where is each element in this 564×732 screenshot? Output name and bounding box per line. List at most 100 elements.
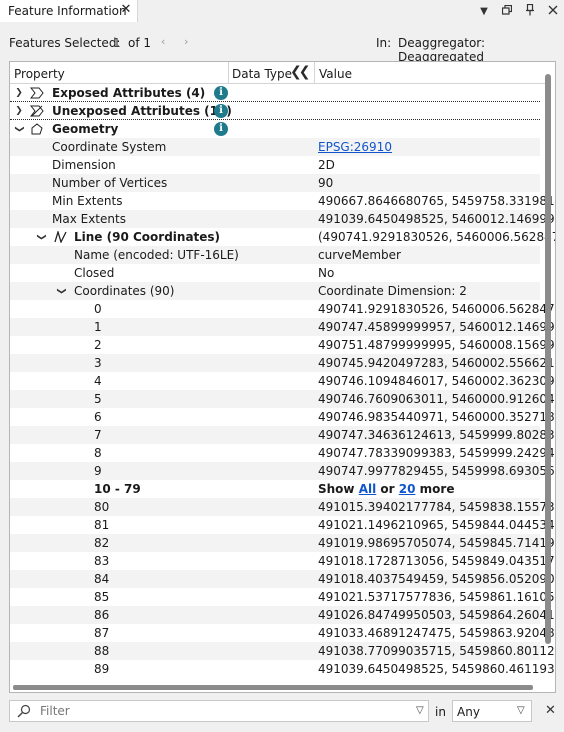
coordinate-value: 491038.77099035715, 5459860.801123884 xyxy=(318,644,555,658)
chevron-down-icon[interactable]: ▽ xyxy=(517,705,525,716)
tree-row-line[interactable]: ❯ Line (90 Coordinates) (490741.92918305… xyxy=(10,228,555,246)
property-value: 490667.8646680765, 5459758.331981182 xyxy=(318,194,556,208)
coordinate-row[interactable]: 84 491018.4037549459, 5459856.052090536 xyxy=(10,570,555,588)
filter-scope-value: Any xyxy=(457,705,480,719)
search-icon xyxy=(17,704,31,718)
property-label: Closed xyxy=(74,266,115,280)
tree-row-min-extents[interactable]: Min Extents 490667.8646680765, 5459758.3… xyxy=(10,192,555,210)
coordinate-value: 490746.1094846017, 5460002.362309514 xyxy=(318,374,556,388)
chevron-down-icon[interactable]: ❯ xyxy=(10,124,28,134)
coordinate-row[interactable]: 88 491038.77099035715, 5459860.801123884 xyxy=(10,642,555,660)
coordinate-row[interactable]: 0 490741.9291830526, 5460006.562847861 xyxy=(10,300,555,318)
chevron-down-icon[interactable]: ❯ xyxy=(52,286,70,296)
more-text: more xyxy=(419,482,455,496)
tab-title: Feature Information xyxy=(8,4,127,18)
coordinate-row[interactable]: 7 490747.34636124613, 5459999.802830488 xyxy=(10,426,555,444)
property-value: (490741.9291830526, 5460006.562847861), xyxy=(318,230,556,244)
coordinate-row[interactable]: 87 491033.46891247475, 5459863.920488946 xyxy=(10,624,555,642)
horizontal-scrollbar[interactable] xyxy=(13,685,533,690)
coordinate-row[interactable]: 5 490746.7609063011, 5460000.912604597 xyxy=(10,390,555,408)
group-label: Geometry xyxy=(52,122,119,136)
tree-row-coordinates[interactable]: ❯ Coordinates (90) Coordinate Dimension:… xyxy=(10,282,540,300)
coordinate-value: 490747.45899999957, 5460012.146999082 xyxy=(318,320,555,334)
column-value[interactable]: Value xyxy=(319,67,352,81)
tab-close-icon[interactable]: ✕ xyxy=(119,2,133,17)
feature-current-index[interactable]: 1 xyxy=(113,36,121,50)
tree-row-name[interactable]: Name (encoded: UTF-16LE) curveMember xyxy=(10,246,540,264)
line-label: Line (90 Coordinates) xyxy=(74,230,221,244)
property-label: Number of Vertices xyxy=(52,176,168,190)
source-transformer: Deaggregator: Deaggregated xyxy=(398,36,486,64)
coordinate-index: 6 xyxy=(94,410,102,424)
attributes-icon xyxy=(30,87,44,99)
horizontal-scrollbar-track xyxy=(10,682,555,692)
coordinate-index: 85 xyxy=(94,590,110,604)
coordinate-value: 490741.9291830526, 5460006.562847861 xyxy=(318,302,556,316)
tree-row-vertices[interactable]: Number of Vertices 90 xyxy=(10,174,540,192)
tab-feature-information[interactable]: Feature Information ✕ xyxy=(0,0,138,22)
coordinate-value: 491015.39402177784, 5459838.155733287 xyxy=(318,500,555,514)
filter-input[interactable] xyxy=(40,704,410,718)
previous-feature-icon[interactable]: ‹ xyxy=(161,35,165,48)
pin-icon[interactable] xyxy=(525,3,535,19)
coordinate-value: 490747.78339099383, 5459999.242944452 xyxy=(318,446,555,460)
restore-icon[interactable] xyxy=(501,4,513,18)
coordinate-row[interactable]: 8 490747.78339099383, 5459999.242944452 xyxy=(10,444,555,462)
features-selected-label: Features Selected: xyxy=(9,36,121,50)
tree-row-exposed-attributes[interactable]: ❯ Exposed Attributes (4) i xyxy=(10,84,540,102)
collapse-column-icon[interactable]: ❮❮ xyxy=(290,64,311,80)
filter-history-dropdown-icon[interactable]: ▽ xyxy=(416,705,424,716)
coordinate-row[interactable]: 2 490751.48799999995, 5460008.1569990795 xyxy=(10,336,555,354)
filter-in-label: in xyxy=(435,705,446,719)
coordinate-row[interactable]: 80 491015.39402177784, 5459838.155733287 xyxy=(10,498,555,516)
filter-bar: ▽ in Any ▽ ✕ xyxy=(9,700,564,724)
filter-scope-select[interactable]: Any ▽ xyxy=(452,700,532,722)
chevron-right-icon[interactable]: ❯ xyxy=(14,84,24,102)
info-icon[interactable]: i xyxy=(214,104,228,118)
coordinate-row[interactable]: 86 491026.84749950503, 5459864.260419754 xyxy=(10,606,555,624)
tree-row-range[interactable]: 10 - 79 Show All or 20 more xyxy=(10,480,540,498)
column-property[interactable]: Property xyxy=(14,67,65,81)
column-data-type[interactable]: Data Type xyxy=(232,67,292,81)
coordinate-index: 8 xyxy=(94,446,102,460)
source-in-label: In: xyxy=(376,36,392,50)
coordinate-row[interactable]: 83 491018.1728713056, 5459849.043517111 xyxy=(10,552,555,570)
tree-row-coordinate-system[interactable]: Coordinate System EPSG:26910 xyxy=(10,138,540,156)
coordinate-system-link[interactable]: EPSG:26910 xyxy=(318,138,392,156)
coordinate-row[interactable]: 3 490745.9420497283, 5460002.5566213075 xyxy=(10,354,555,372)
tree-row-closed[interactable]: Closed No xyxy=(10,264,540,282)
coordinate-value: 490747.34636124613, 5459999.802830488 xyxy=(318,428,555,442)
info-icon[interactable]: i xyxy=(214,122,228,136)
coordinate-index: 3 xyxy=(94,356,102,370)
coordinate-row[interactable]: 1 490747.45899999957, 5460012.146999082 xyxy=(10,318,555,336)
vertical-scrollbar[interactable] xyxy=(545,74,551,644)
or-text: or xyxy=(380,482,395,496)
coordinate-row[interactable]: 85 491021.53717577836, 5459861.161050622 xyxy=(10,588,555,606)
close-icon[interactable] xyxy=(548,5,558,18)
line-geometry-icon xyxy=(54,231,67,243)
coordinate-row[interactable]: 81 491021.1496210965, 5459844.044534639 xyxy=(10,516,555,534)
next-feature-icon[interactable]: › xyxy=(184,35,188,48)
coordinate-row[interactable]: 9 490747.9977829455, 5459998.69305638 xyxy=(10,462,555,480)
tree-row-geometry[interactable]: ❯ Geometry i xyxy=(10,120,540,138)
coordinate-row[interactable]: 82 491019.98695705074, 5459845.714194785 xyxy=(10,534,555,552)
tree-row-dimension[interactable]: Dimension 2D xyxy=(10,156,540,174)
column-divider[interactable] xyxy=(228,62,229,84)
tree-row-max-extents[interactable]: Max Extents 491039.6450498525, 5460012.1… xyxy=(10,210,555,228)
chevron-down-icon[interactable]: ▼ xyxy=(479,6,489,17)
info-icon[interactable]: i xyxy=(214,86,228,100)
coordinate-value: 491021.1496210965, 5459844.044534639 xyxy=(318,518,556,532)
group-label: Exposed Attributes (4) xyxy=(52,86,206,100)
chevron-right-icon[interactable]: ❯ xyxy=(14,102,24,120)
show-20-link[interactable]: 20 xyxy=(399,482,416,496)
coordinate-row[interactable]: 4 490746.1094846017, 5460002.362309514 xyxy=(10,372,555,390)
clear-filter-icon[interactable]: ✕ xyxy=(545,703,556,718)
show-all-link[interactable]: All xyxy=(359,482,377,496)
column-divider[interactable] xyxy=(314,62,315,84)
coordinates-list-tail: 80491015.39402177784, 5459838.1557332878… xyxy=(10,498,555,678)
chevron-down-icon[interactable]: ❯ xyxy=(32,232,50,242)
coordinate-row[interactable]: 89 491039.6450498525, 5459860.461193076 xyxy=(10,660,555,678)
coordinate-row[interactable]: 6 490746.9835440971, 5460000.35271856 xyxy=(10,408,555,426)
filter-box[interactable]: ▽ xyxy=(9,700,429,722)
tree-row-unexposed-attributes[interactable]: ❯ Unexposed Attributes (10) i xyxy=(10,102,540,120)
